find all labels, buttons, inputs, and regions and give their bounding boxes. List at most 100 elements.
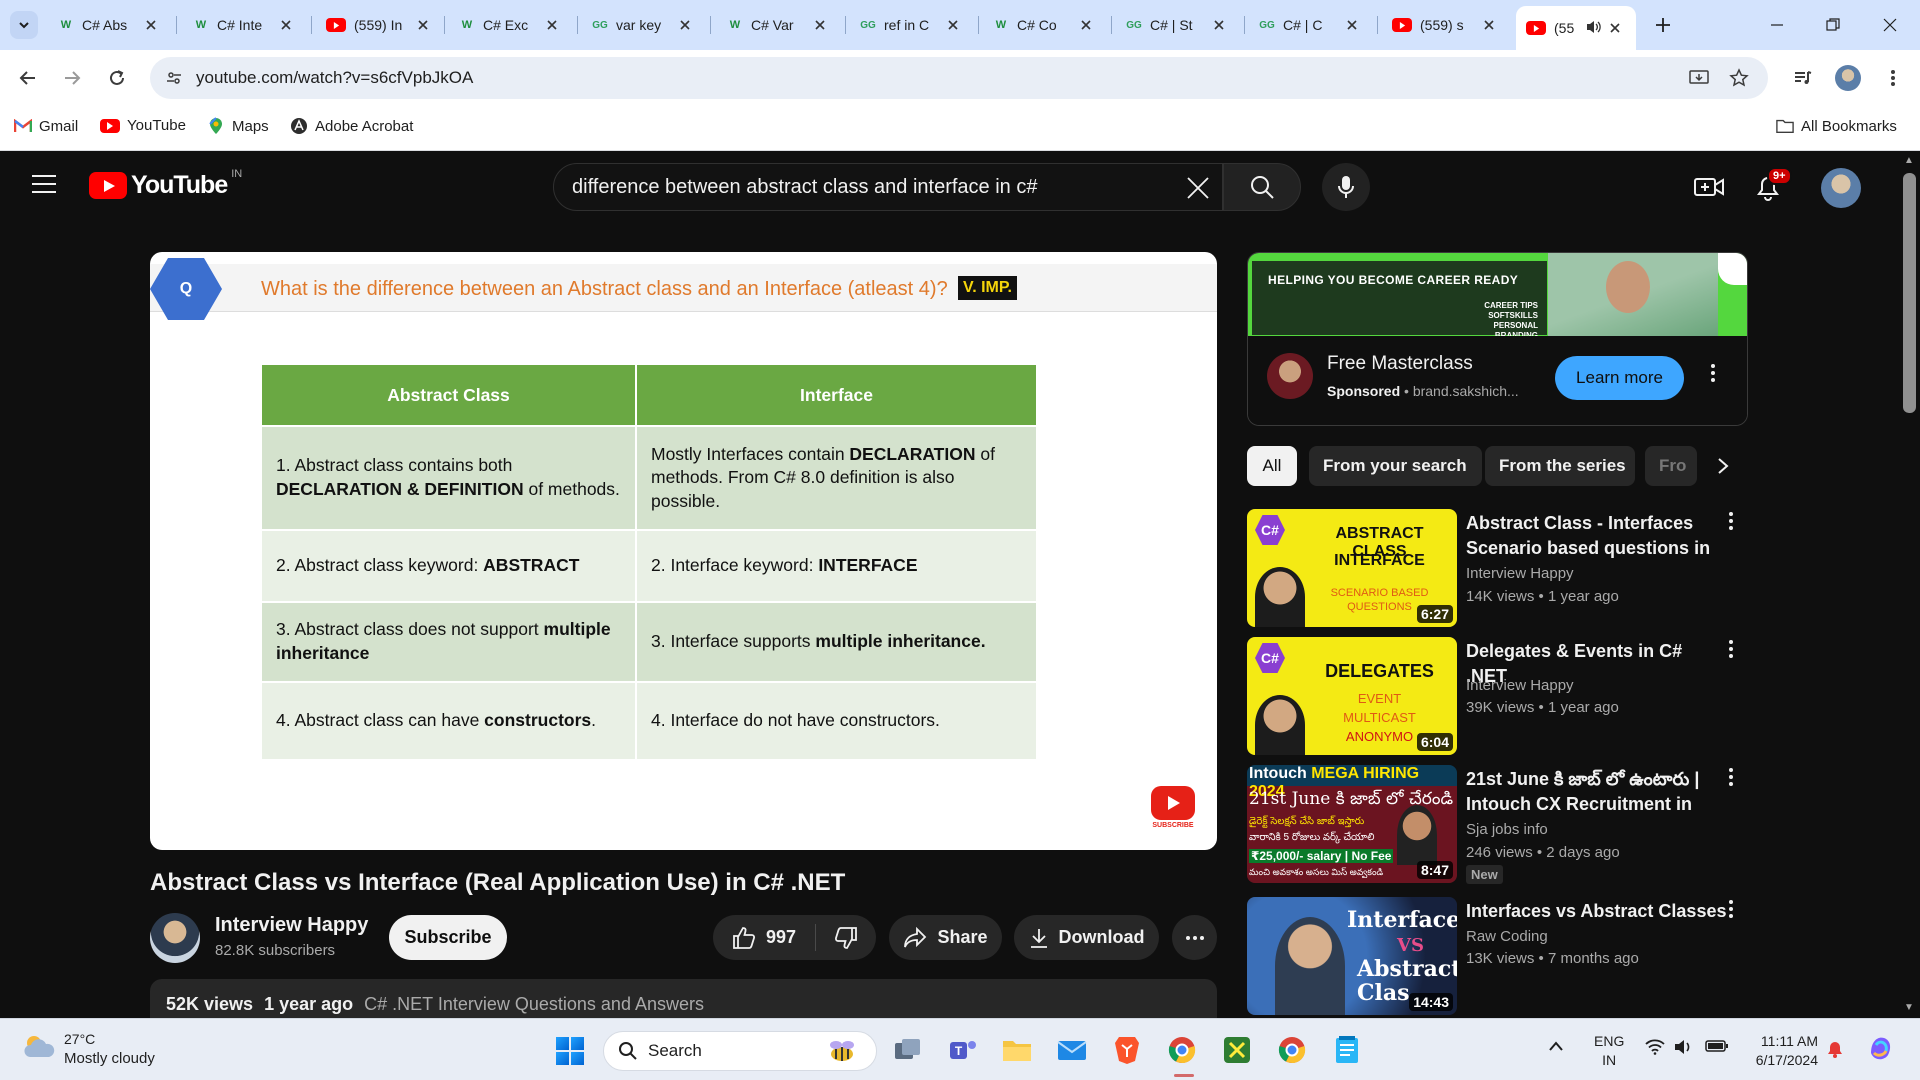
account-avatar[interactable]: [1821, 168, 1861, 208]
browser-tab[interactable]: W C# Abs: [48, 8, 173, 42]
battery-icon[interactable]: [1705, 1039, 1729, 1057]
search-button[interactable]: [1223, 163, 1301, 211]
search-input[interactable]: [572, 164, 1132, 210]
learn-more-button[interactable]: Learn more: [1555, 356, 1684, 400]
playlist-link[interactable]: C# .NET Interview Questions and Answers: [364, 994, 704, 1014]
channel-name[interactable]: Raw Coding: [1466, 928, 1548, 945]
bookmark-gmail[interactable]: Gmail: [14, 117, 78, 135]
browser-tab[interactable]: GG C# | C: [1249, 8, 1374, 42]
browser-tab[interactable]: (559) In: [316, 8, 441, 42]
browser-tab[interactable]: W C# Co: [983, 8, 1108, 42]
channel-avatar[interactable]: [150, 913, 200, 963]
chrome-profile-icon[interactable]: [1275, 1033, 1309, 1067]
video-title[interactable]: Abstract Class - Interfaces Scenario bas…: [1466, 511, 1728, 561]
recommended-video[interactable]: C# ABSTRACT CLASS INTERFACE SCENARIO BAS…: [1247, 509, 1747, 629]
download-button[interactable]: Download: [1014, 915, 1159, 960]
forward-button[interactable]: [57, 63, 87, 93]
tab-close-icon[interactable]: [815, 17, 825, 34]
channel-name[interactable]: Sja jobs info: [1466, 821, 1548, 838]
wifi-icon[interactable]: [1645, 1039, 1665, 1059]
tab-audio-icon[interactable]: [1586, 20, 1602, 37]
weather-cloud-icon[interactable]: [22, 1033, 56, 1059]
video-menu-button[interactable]: [1728, 511, 1734, 537]
brave-browser-icon[interactable]: [1110, 1033, 1144, 1067]
profile-button[interactable]: [1833, 63, 1863, 93]
channel-name[interactable]: Interview Happy: [1466, 565, 1574, 582]
video-thumbnail[interactable]: C# ABSTRACT CLASS INTERFACE SCENARIO BAS…: [1247, 509, 1457, 627]
browser-tab[interactable]: (55: [1516, 6, 1636, 50]
tab-search-button[interactable]: [10, 11, 38, 39]
voice-search-button[interactable]: [1322, 163, 1370, 211]
tab-close-icon[interactable]: [281, 17, 291, 34]
scrollbar-thumb[interactable]: [1903, 173, 1916, 413]
video-menu-button[interactable]: [1728, 639, 1734, 665]
tab-close-icon[interactable]: [1081, 17, 1091, 34]
browser-tab[interactable]: (559) s: [1382, 8, 1507, 42]
mail-icon[interactable]: [1055, 1033, 1089, 1067]
browser-tab[interactable]: GG var key: [582, 8, 707, 42]
tab-close-icon[interactable]: [1347, 17, 1357, 34]
notepad-icon[interactable]: [1330, 1033, 1364, 1067]
back-button[interactable]: [13, 63, 43, 93]
tab-close-icon[interactable]: [948, 17, 958, 34]
recommended-video[interactable]: Interfaces VS AbstractClas 14:43 Interfa…: [1247, 897, 1747, 1015]
reload-button[interactable]: [102, 63, 132, 93]
video-menu-button[interactable]: [1728, 899, 1734, 925]
video-thumbnail[interactable]: C# DELEGATES EVENT MULTICAST ANONYMO 6:0…: [1247, 637, 1457, 755]
video-title[interactable]: Interfaces vs Abstract Classes: [1466, 899, 1728, 924]
bookmark-star-icon[interactable]: [1728, 67, 1750, 89]
clear-search-button[interactable]: [1182, 172, 1214, 204]
tab-close-icon[interactable]: [1214, 17, 1224, 34]
video-title[interactable]: 21st June కి జాబ్ లో ఉంటారు | Intouch CX…: [1466, 767, 1728, 817]
tab-close-icon[interactable]: [146, 17, 156, 34]
system-clock[interactable]: 11:11 AM 6/17/2024: [1738, 1032, 1818, 1070]
tab-close-icon[interactable]: [1484, 17, 1494, 34]
chrome-icon[interactable]: [1165, 1033, 1199, 1067]
page-scrollbar[interactable]: ▲ ▼: [1899, 151, 1920, 1018]
chip-from-your-search[interactable]: From your search: [1309, 446, 1482, 486]
recommended-video[interactable]: Intouch MEGA HIRING 2024 21st June కి జా…: [1247, 765, 1747, 885]
chip-from-the-series[interactable]: From the series: [1485, 446, 1635, 486]
bookmark-youtube[interactable]: YouTube: [100, 117, 186, 134]
show-hidden-icons-button[interactable]: [1548, 1039, 1564, 1056]
tab-close-icon[interactable]: [547, 17, 557, 34]
video-menu-button[interactable]: [1728, 767, 1734, 793]
channel-name[interactable]: Interview Happy: [215, 914, 368, 937]
teams-icon[interactable]: T: [946, 1033, 980, 1067]
bookmark-maps[interactable]: Maps: [207, 117, 269, 135]
ad-card[interactable]: HELPING YOU BECOME CAREER READY CAREER T…: [1247, 252, 1748, 426]
channel-name[interactable]: Interview Happy: [1466, 677, 1574, 694]
browser-tab[interactable]: W C# Var: [717, 8, 842, 42]
restore-button[interactable]: [1818, 10, 1848, 40]
pinned-app-icon[interactable]: [1220, 1033, 1254, 1067]
more-actions-button[interactable]: [1172, 915, 1217, 960]
chip-truncated[interactable]: Fro: [1645, 446, 1697, 486]
taskbar-search[interactable]: Search: [603, 1031, 877, 1071]
start-button[interactable]: [556, 1037, 584, 1065]
subscribe-button[interactable]: Subscribe: [389, 915, 507, 960]
ad-menu-button[interactable]: [1710, 363, 1716, 389]
scroll-up-arrow-icon[interactable]: ▲: [1904, 155, 1914, 166]
recommended-video[interactable]: C# DELEGATES EVENT MULTICAST ANONYMO 6:0…: [1247, 637, 1747, 757]
notification-bell-icon[interactable]: [1826, 1039, 1844, 1063]
chips-next-button[interactable]: [1703, 446, 1743, 486]
browser-tab[interactable]: W C# Inte: [183, 8, 308, 42]
scroll-down-arrow-icon[interactable]: ▼: [1904, 1002, 1914, 1013]
file-explorer-icon[interactable]: [1000, 1033, 1034, 1067]
subscribe-watermark[interactable]: SUBSCRIBE: [1150, 786, 1196, 834]
tab-close-icon[interactable]: [418, 17, 428, 34]
address-bar[interactable]: youtube.com/watch?v=s6cfVpbJkOA: [150, 57, 1768, 99]
video-thumbnail[interactable]: Intouch MEGA HIRING 2024 21st June కి జా…: [1247, 765, 1457, 883]
chip-all[interactable]: All: [1247, 446, 1297, 486]
video-player[interactable]: Q What is the difference between an Abst…: [150, 252, 1217, 850]
bookmark-adobe-acrobat[interactable]: Adobe Acrobat: [290, 117, 413, 135]
copilot-icon[interactable]: [1866, 1033, 1896, 1067]
advertiser-avatar[interactable]: [1267, 353, 1313, 399]
close-window-button[interactable]: [1875, 10, 1905, 40]
all-bookmarks-button[interactable]: All Bookmarks: [1776, 117, 1897, 135]
menu-icon[interactable]: [32, 175, 56, 195]
browser-tab[interactable]: GG ref in C: [850, 8, 975, 42]
tab-close-icon[interactable]: [680, 17, 690, 34]
browser-menu-button[interactable]: [1878, 63, 1908, 93]
share-button[interactable]: Share: [889, 915, 1002, 960]
